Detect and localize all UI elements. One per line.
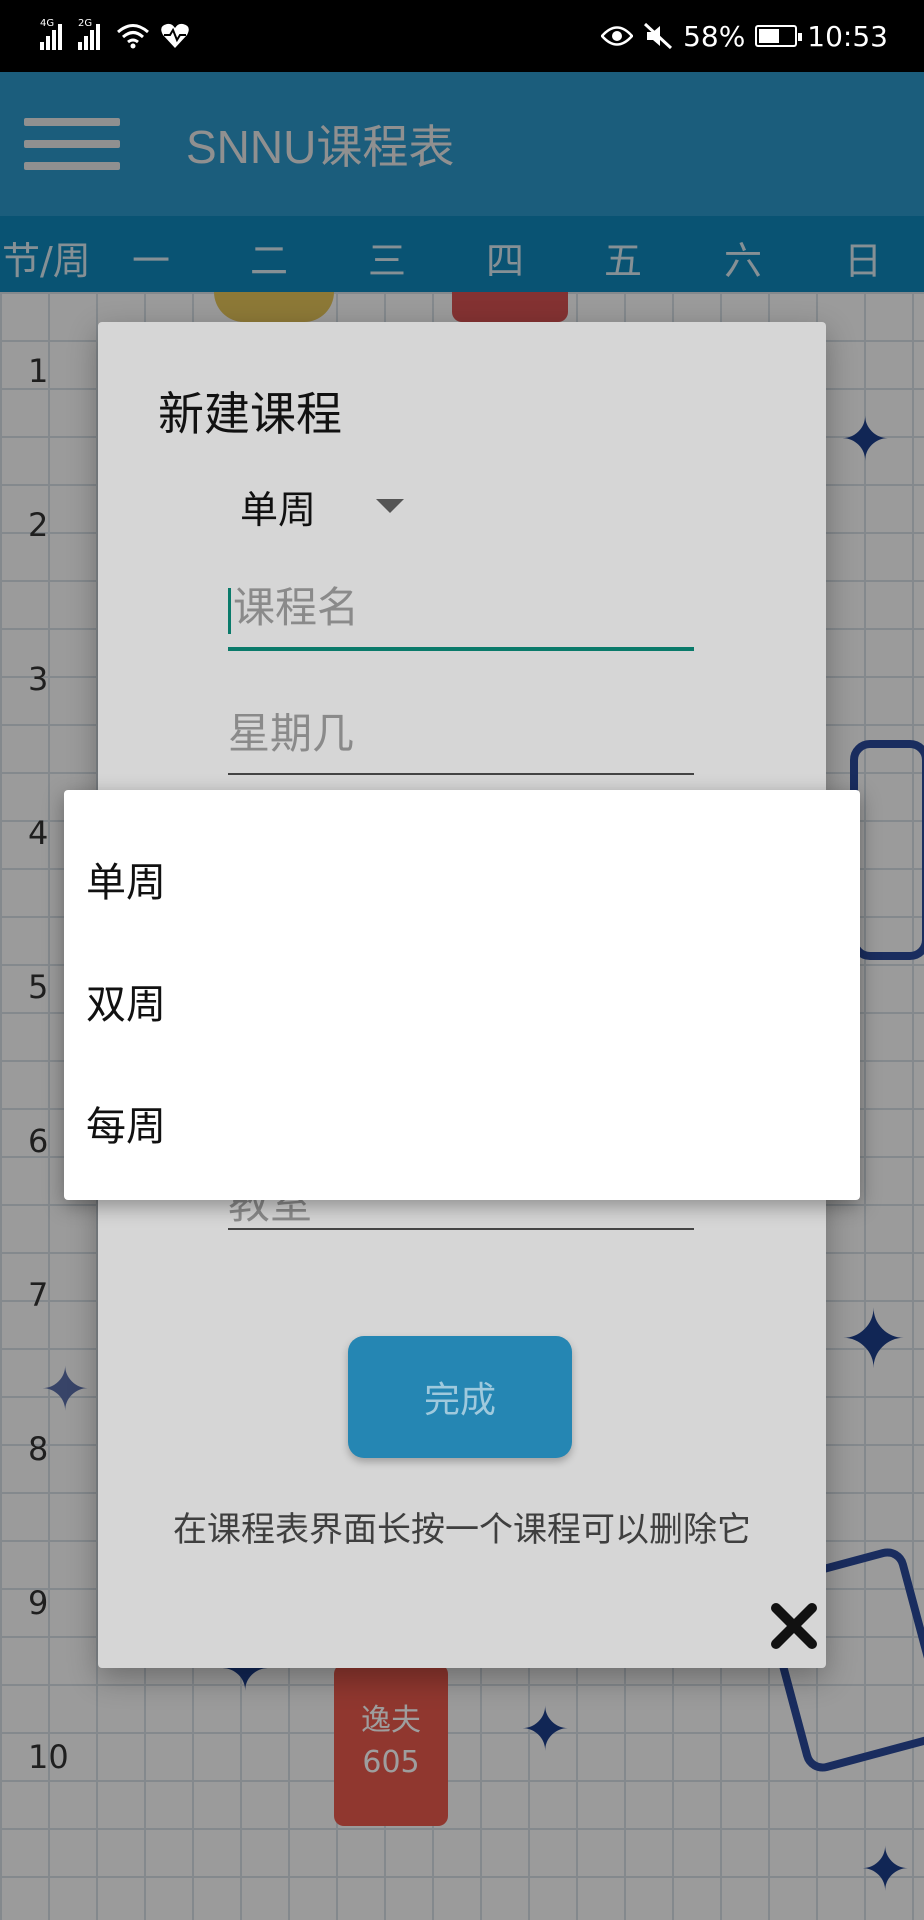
battery-percent: 58% [683, 19, 746, 53]
weekday-field[interactable]: 星期几 [228, 700, 694, 775]
option-single-week[interactable]: 单周 [86, 850, 166, 908]
option-double-week[interactable]: 双周 [86, 972, 166, 1030]
mute-icon [644, 22, 673, 50]
close-icon[interactable] [768, 1600, 820, 1652]
course-name-placeholder: 课程名 [233, 583, 360, 632]
heart-rate-icon [161, 23, 189, 48]
status-bar: 4G 2G 58% 10:53 [0, 0, 924, 72]
week-type-select[interactable]: 单周 [240, 474, 440, 538]
week-type-dropdown: 单周 双周 每周 [64, 790, 860, 1200]
weekday-placeholder: 星期几 [228, 709, 355, 758]
delete-hint: 在课程表界面长按一个课程可以删除它 [173, 1510, 751, 1550]
battery-icon [755, 25, 803, 47]
status-left: 4G 2G [40, 18, 190, 50]
dialog-title: 新建课程 [158, 387, 342, 441]
week-type-value: 单周 [240, 487, 317, 532]
option-every-week[interactable]: 每周 [86, 1094, 166, 1152]
done-button[interactable]: 完成 [348, 1336, 572, 1458]
signal-icon: 4G [40, 18, 62, 50]
text-cursor [228, 587, 231, 634]
status-right: 58% 10:53 [601, 20, 888, 53]
wifi-icon [117, 24, 149, 49]
signal-label: 2G [78, 18, 93, 29]
signal-label: 4G [40, 18, 55, 29]
dropdown-arrow-icon [376, 499, 405, 513]
course-name-field[interactable]: 课程名 [228, 574, 694, 651]
clock: 10:53 [807, 19, 888, 53]
signal-icon: 2G [78, 18, 100, 50]
eye-icon [601, 26, 634, 46]
